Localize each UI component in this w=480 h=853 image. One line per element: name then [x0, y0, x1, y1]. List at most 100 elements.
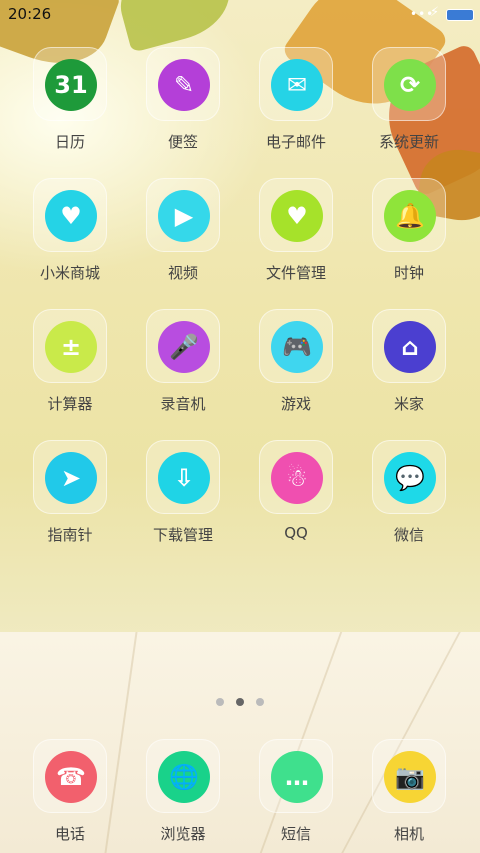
app-label: 文件管理 — [265, 264, 326, 282]
icon-glyph: ✎ — [173, 71, 195, 99]
app-icon-frame: ✉ — [259, 47, 333, 121]
app-microphone[interactable]: 🎤 录音机 — [128, 309, 238, 429]
app-icon-frame: ⌂ — [372, 309, 446, 383]
icon-glyph: ✉ — [286, 71, 308, 99]
app-label: 微信 — [393, 526, 424, 544]
icon-glyph: 📷 — [395, 763, 425, 791]
app-label: 录音机 — [160, 395, 206, 413]
message-icon: … — [271, 751, 323, 803]
microphone-icon: 🎤 — [158, 321, 210, 373]
app-calendar[interactable]: 31 日历 — [15, 47, 125, 167]
app-label: 浏览器 — [160, 825, 206, 843]
app-label: 电子邮件 — [265, 133, 326, 151]
app-icon-frame: 🎮 — [259, 309, 333, 383]
shop-bag-icon: ♥ — [45, 190, 97, 242]
app-phone[interactable]: ☎ 电话 — [15, 739, 125, 853]
app-icon-frame: ➤ — [33, 440, 107, 514]
app-compass[interactable]: ➤ 指南针 — [15, 440, 125, 560]
app-icon-frame: 📷 — [372, 739, 446, 813]
charging-icon: ⚡ — [430, 5, 440, 20]
app-update[interactable]: ⟳ 系统更新 — [354, 47, 464, 167]
app-label: 下载管理 — [152, 526, 213, 544]
app-icon-frame: ☎ — [33, 739, 107, 813]
icon-glyph: ⇩ — [173, 464, 195, 492]
phone-icon: ☎ — [45, 751, 97, 803]
app-label: QQ — [284, 524, 308, 542]
icon-glyph: ♥ — [286, 202, 308, 230]
app-icon-frame: 🌐 — [146, 739, 220, 813]
app-icon-frame: ♥ — [33, 178, 107, 252]
notes-icon: ✎ — [158, 59, 210, 111]
app-download[interactable]: ⇩ 下载管理 — [128, 440, 238, 560]
icon-glyph: 🎤 — [169, 333, 199, 361]
app-message[interactable]: … 短信 — [241, 739, 351, 853]
app-qq-penguin[interactable]: ☃ QQ — [241, 440, 351, 560]
download-icon: ⇩ — [158, 452, 210, 504]
app-video-play[interactable]: ▶ 视频 — [128, 178, 238, 298]
bell-icon: 🔔 — [384, 190, 436, 242]
app-icon-frame: … — [259, 739, 333, 813]
home-icon: ⌂ — [384, 321, 436, 373]
app-mail[interactable]: ✉ 电子邮件 — [241, 47, 351, 167]
icon-glyph: ☃ — [286, 464, 308, 492]
app-bell[interactable]: 🔔 时钟 — [354, 178, 464, 298]
video-play-icon: ▶ — [158, 190, 210, 242]
app-label: 米家 — [393, 395, 424, 413]
icon-glyph: ♥ — [60, 202, 82, 230]
app-icon-frame: ♥ — [259, 178, 333, 252]
gamepad-icon: 🎮 — [271, 321, 323, 373]
app-wechat[interactable]: 💬 微信 — [354, 440, 464, 560]
app-calculator[interactable]: ± 计算器 — [15, 309, 125, 429]
app-label: 短信 — [280, 825, 311, 843]
app-notes[interactable]: ✎ 便签 — [128, 47, 238, 167]
mail-icon: ✉ — [271, 59, 323, 111]
app-label: 视频 — [167, 264, 198, 282]
app-label: 小米商城 — [39, 264, 100, 282]
app-icon-frame: ▶ — [146, 178, 220, 252]
page-dot[interactable] — [256, 698, 264, 706]
folder-icon: ♥ — [271, 190, 323, 242]
icon-glyph: … — [285, 763, 309, 791]
app-icon-frame: ⟳ — [372, 47, 446, 121]
compass-icon: ➤ — [45, 452, 97, 504]
camera-icon: 📷 — [384, 751, 436, 803]
app-label: 时钟 — [393, 264, 424, 282]
app-folder[interactable]: ♥ 文件管理 — [241, 178, 351, 298]
app-gamepad[interactable]: 🎮 游戏 — [241, 309, 351, 429]
app-label: 系统更新 — [378, 133, 439, 151]
app-label: 相机 — [393, 825, 424, 843]
app-icon-frame: ☃ — [259, 440, 333, 514]
app-camera[interactable]: 📷 相机 — [354, 739, 464, 853]
app-label: 便签 — [167, 133, 198, 151]
app-shop-bag[interactable]: ♥ 小米商城 — [15, 178, 125, 298]
app-label: 游戏 — [280, 395, 311, 413]
app-icon-frame: 🔔 — [372, 178, 446, 252]
app-icon-frame: ⇩ — [146, 440, 220, 514]
page-dot[interactable] — [216, 698, 224, 706]
browser-globe-icon: 🌐 — [158, 751, 210, 803]
icon-glyph: ± — [60, 333, 82, 361]
update-icon: ⟳ — [384, 59, 436, 111]
qq-penguin-icon: ☃ — [271, 452, 323, 504]
app-icon-frame: ± — [33, 309, 107, 383]
icon-glyph: ▶ — [174, 202, 194, 230]
home-screen: 20:26 ••• ⚡ 31 日历 ✎ 便签 ✉ 电子邮件 ⟳ 系统更新 ♥ 小米商城 ▶ 视频 ♥ 文件… — [0, 0, 480, 853]
icon-glyph: 31 — [54, 71, 88, 99]
app-label: 日历 — [54, 133, 85, 151]
app-icon-frame: 🎤 — [146, 309, 220, 383]
app-label: 电话 — [54, 825, 85, 843]
app-browser-globe[interactable]: 🌐 浏览器 — [128, 739, 238, 853]
icon-glyph: ☎ — [56, 763, 86, 791]
app-icon-frame: 31 — [33, 47, 107, 121]
icon-glyph: 🎮 — [282, 333, 312, 361]
status-bar: 20:26 ••• ⚡ — [0, 0, 480, 28]
app-label: 计算器 — [47, 395, 93, 413]
page-dot[interactable] — [236, 698, 244, 706]
icon-glyph: ⟳ — [399, 71, 421, 99]
icon-glyph: 💬 — [395, 464, 425, 492]
app-label: 指南针 — [47, 526, 93, 544]
app-home[interactable]: ⌂ 米家 — [354, 309, 464, 429]
app-icon-frame: 💬 — [372, 440, 446, 514]
icon-glyph: ➤ — [60, 464, 82, 492]
icon-glyph: ⌂ — [401, 333, 419, 361]
